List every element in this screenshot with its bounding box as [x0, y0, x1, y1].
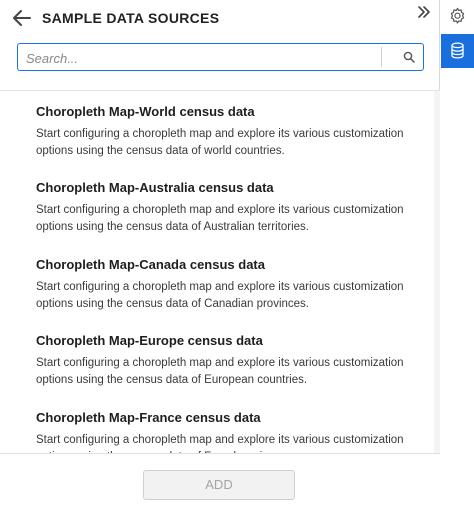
item-title: Choropleth Map-France census data — [36, 410, 261, 425]
settings-rail-button[interactable] — [441, 0, 474, 34]
panel-header: SAMPLE DATA SOURCES — [0, 0, 440, 40]
search-icon — [403, 51, 415, 63]
list-item[interactable]: Choropleth Map-Australia census data Sta… — [36, 179, 431, 236]
panel-title: SAMPLE DATA SOURCES — [42, 10, 220, 26]
side-rail — [441, 0, 474, 505]
item-title: Choropleth Map-World census data — [36, 104, 255, 119]
collapse-panel-button[interactable] — [416, 4, 432, 20]
list-item[interactable]: Choropleth Map-Europe census data Start … — [36, 332, 431, 389]
list-item[interactable]: Choropleth Map-World census data Start c… — [36, 103, 431, 160]
list-scrollbar[interactable] — [434, 91, 440, 453]
item-description: Start configuring a choropleth map and e… — [36, 434, 404, 453]
back-button[interactable] — [10, 6, 34, 30]
database-icon — [451, 42, 464, 59]
list-item[interactable]: Choropleth Map-France census data Start … — [36, 409, 431, 453]
gear-icon — [450, 7, 465, 24]
item-title: Choropleth Map-Europe census data — [36, 333, 263, 348]
item-description: Start configuring a choropleth map and e… — [36, 128, 404, 157]
item-description: Start configuring a choropleth map and e… — [36, 204, 404, 233]
data-source-rail-button[interactable] — [441, 34, 474, 68]
item-description: Start configuring a choropleth map and e… — [36, 281, 404, 310]
add-button[interactable]: ADD — [143, 470, 295, 500]
list-item[interactable]: Choropleth Map-Canada census data Start … — [36, 256, 431, 313]
item-title: Choropleth Map-Australia census data — [36, 180, 274, 195]
sample-data-sources-panel: SAMPLE DATA SOURCES Choropleth Map-World… — [0, 0, 440, 505]
double-chevron-right-icon — [418, 6, 430, 18]
data-source-list[interactable]: Choropleth Map-World census data Start c… — [0, 90, 440, 453]
search-button[interactable] — [403, 51, 415, 63]
search-box — [17, 43, 424, 71]
arrow-left-icon — [13, 10, 31, 26]
search-divider — [381, 47, 382, 67]
item-title: Choropleth Map-Canada census data — [36, 257, 265, 272]
panel-footer: ADD — [0, 453, 440, 505]
search-input[interactable] — [26, 48, 386, 68]
item-description: Start configuring a choropleth map and e… — [36, 357, 404, 386]
